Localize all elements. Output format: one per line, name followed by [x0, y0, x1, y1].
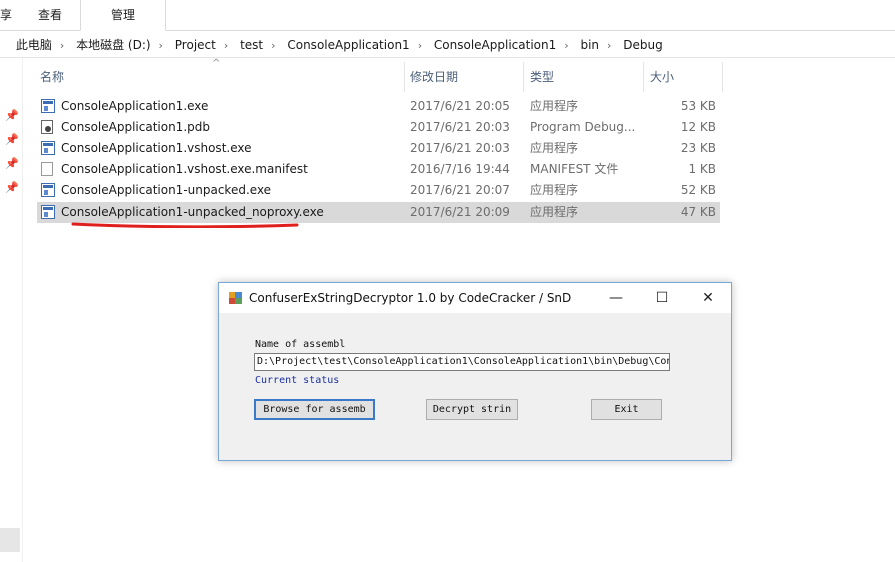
file-name: ConsoleApplication1-unpacked.exe — [61, 183, 272, 197]
file-size: 23 KB — [680, 141, 716, 155]
column-header-date[interactable]: 修改日期 — [410, 62, 520, 92]
file-name: ConsoleApplication1-unpacked_noproxy.exe — [61, 205, 324, 219]
file-size: 12 KB — [680, 120, 716, 134]
file-name: ConsoleApplication1.pdb — [61, 120, 210, 134]
ribbon: 享 查看 管理 — [0, 0, 895, 31]
chevron-right-icon[interactable]: › — [153, 34, 169, 58]
chevron-right-icon[interactable]: › — [412, 34, 428, 58]
exe-icon — [41, 99, 55, 113]
chevron-right-icon[interactable]: › — [558, 34, 574, 58]
tab-share[interactable]: 享 — [0, 0, 14, 30]
assembly-name-label: Name of assembl — [255, 339, 346, 350]
file-type: 应用程序 — [530, 183, 579, 197]
file-date: 2017/6/21 20:05 — [410, 99, 510, 113]
breadcrumb-item-this-pc[interactable]: 此电脑 — [14, 33, 54, 57]
app-icon — [229, 292, 242, 304]
breadcrumb-item-consoleapp-2[interactable]: ConsoleApplication1 — [432, 33, 558, 57]
file-type: MANIFEST 文件 — [530, 162, 619, 176]
exit-button[interactable]: Exit — [591, 399, 662, 420]
decrypt-button[interactable]: Decrypt strin — [426, 399, 518, 420]
pin-icon[interactable]: 📌 — [5, 182, 19, 194]
exe-icon — [41, 205, 55, 219]
file-type: 应用程序 — [530, 141, 579, 155]
assembly-path-field[interactable]: D:\Project\test\ConsoleApplication1\Cons… — [254, 353, 670, 371]
file-date: 2017/6/21 20:09 — [410, 205, 510, 219]
scrollbar[interactable] — [0, 528, 20, 552]
file-name: ConsoleApplication1.exe — [61, 99, 209, 113]
file-name: ConsoleApplication1.vshost.exe.manifest — [61, 162, 308, 176]
status-label: Current status — [255, 375, 340, 386]
decryptor-dialog: ConfuserExStringDecryptor 1.0 by CodeCra… — [218, 282, 732, 461]
pin-icon[interactable]: 📌 — [5, 158, 19, 170]
column-header-name[interactable]: 名称 — [40, 62, 400, 92]
column-divider[interactable] — [643, 62, 644, 92]
column-divider[interactable] — [722, 62, 723, 92]
file-row-selected[interactable]: ConsoleApplication1-unpacked_noproxy.exe… — [37, 202, 720, 223]
minimize-button[interactable]: — — [593, 283, 639, 313]
breadcrumb-item-local-disk[interactable]: 本地磁盘 (D:) — [74, 33, 152, 57]
pin-icon[interactable]: 📌 — [5, 110, 19, 122]
chevron-right-icon[interactable]: › — [601, 34, 617, 58]
exe-icon — [41, 183, 55, 197]
column-divider[interactable] — [404, 62, 405, 92]
file-row[interactable]: ConsoleApplication1.exe 2017/6/21 20:05 … — [37, 96, 720, 117]
file-type: 应用程序 — [530, 205, 579, 219]
file-type: 应用程序 — [530, 99, 579, 113]
tab-view[interactable]: 查看 — [38, 0, 68, 30]
chevron-right-icon[interactable]: › — [54, 34, 70, 58]
breadcrumb-item-consoleapp-1[interactable]: ConsoleApplication1 — [285, 33, 411, 57]
file-date: 2017/6/21 20:03 — [410, 120, 510, 134]
file-row[interactable]: ConsoleApplication1.pdb 2017/6/21 20:03 … — [37, 117, 720, 138]
file-size: 53 KB — [680, 99, 716, 113]
file-name: ConsoleApplication1.vshost.exe — [61, 141, 252, 155]
pin-icon[interactable]: 📌 — [5, 134, 19, 146]
file-row[interactable]: ConsoleApplication1-unpacked.exe 2017/6/… — [37, 180, 720, 201]
breadcrumb[interactable]: 此电脑 › 本地磁盘 (D:) › Project › test › ConsoleAp… — [0, 33, 895, 58]
file-type: Program Debug... — [530, 120, 636, 134]
column-header-size[interactable]: 大小 — [650, 62, 710, 92]
column-divider[interactable] — [523, 62, 524, 92]
navigation-pane: 📌 📌 📌 📌 — [0, 58, 23, 562]
close-button[interactable]: ✕ — [685, 283, 731, 313]
breadcrumb-item-bin[interactable]: bin — [578, 33, 601, 57]
column-header-type[interactable]: 类型 — [530, 62, 640, 92]
file-date: 2017/6/21 20:03 — [410, 141, 510, 155]
dialog-title: ConfuserExStringDecryptor 1.0 by CodeCra… — [249, 291, 572, 305]
breadcrumb-item-debug[interactable]: Debug — [621, 33, 664, 57]
browse-button[interactable]: Browse for assemb — [254, 399, 375, 420]
dialog-titlebar[interactable]: ConfuserExStringDecryptor 1.0 by CodeCra… — [219, 283, 731, 313]
exe-icon — [41, 141, 55, 155]
file-size: 52 KB — [680, 183, 716, 197]
chevron-right-icon[interactable]: › — [218, 34, 234, 58]
red-underline-annotation — [71, 222, 299, 228]
chevron-right-icon[interactable]: › — [265, 34, 281, 58]
file-date: 2017/6/21 20:07 — [410, 183, 510, 197]
maximize-button[interactable]: ☐ — [639, 283, 685, 313]
breadcrumb-item-project[interactable]: Project — [173, 33, 218, 57]
breadcrumb-item-test[interactable]: test — [238, 33, 265, 57]
pdb-icon — [41, 120, 53, 134]
file-row[interactable]: ConsoleApplication1.vshost.exe 2017/6/21… — [37, 138, 720, 159]
file-size: 47 KB — [680, 205, 716, 219]
file-row[interactable]: ConsoleApplication1.vshost.exe.manifest … — [37, 159, 720, 180]
tab-manage[interactable]: 管理 — [80, 0, 166, 31]
document-icon — [41, 162, 53, 176]
file-size: 1 KB — [688, 162, 716, 176]
file-date: 2016/7/16 19:44 — [410, 162, 510, 176]
